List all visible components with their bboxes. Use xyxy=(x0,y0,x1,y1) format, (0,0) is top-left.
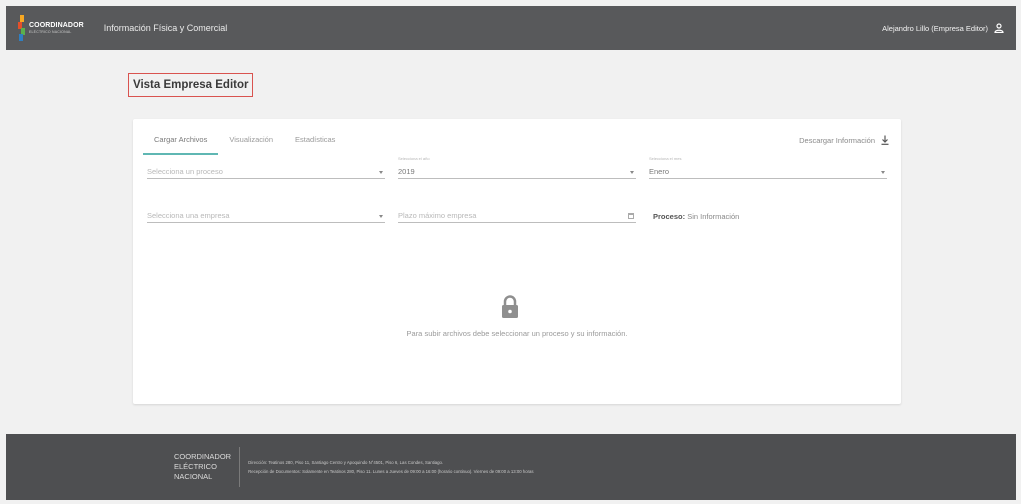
proceso-status-label: Proceso: xyxy=(653,212,686,221)
download-button[interactable]: Descargar Información xyxy=(799,135,889,145)
user-icon[interactable] xyxy=(994,23,1004,34)
mes-select[interactable]: Selecciona el mes Enero xyxy=(649,156,887,179)
download-label: Descargar Información xyxy=(799,135,875,145)
chevron-down-icon xyxy=(379,171,383,174)
footer: COORDINADOR ELÉCTRICO NACIONAL Dirección… xyxy=(6,434,1016,500)
empty-state-message: Para subir archivos debe seleccionar un … xyxy=(406,329,628,338)
coordinador-logo[interactable]: COORDINADOR ELÉCTRICO NACIONAL xyxy=(18,14,84,42)
empresa-placeholder: Selecciona una empresa xyxy=(147,211,230,220)
app-title[interactable]: Información Física y Comercial xyxy=(104,23,228,33)
calendar-icon[interactable] xyxy=(628,213,634,219)
chevron-down-icon xyxy=(630,171,634,174)
page-title: Vista Empresa Editor xyxy=(128,73,254,97)
chevron-down-icon xyxy=(379,215,383,218)
anio-value: 2019 xyxy=(398,167,415,176)
mes-value: Enero xyxy=(649,167,670,176)
lock-icon xyxy=(501,295,519,319)
empresa-select[interactable]: Selecciona una empresa xyxy=(147,209,385,223)
anio-label: Selecciona el año xyxy=(398,156,430,161)
footer-address: Dirección: Teatinos 280, Piso 11, Santia… xyxy=(248,460,444,465)
proceso-status: Proceso: Sin Información xyxy=(653,212,739,221)
top-navbar: COORDINADOR ELÉCTRICO NACIONAL Informaci… xyxy=(6,6,1016,50)
proceso-select[interactable]: Selecciona un proceso xyxy=(147,165,385,179)
tab-bar: Cargar Archivos Visualización Estadístic… xyxy=(143,129,346,155)
tab-visualizacion[interactable]: Visualización xyxy=(218,129,284,155)
footer-logo-line1: COORDINADOR xyxy=(174,452,232,461)
footer-logo-line2: ELÉCTRICO xyxy=(174,462,217,471)
footer-logo: COORDINADOR ELÉCTRICO NACIONAL xyxy=(174,447,241,487)
footer-hours: Recepción de Documentos: Solamente en Te… xyxy=(248,469,534,474)
download-icon xyxy=(881,135,889,145)
logo-title: COORDINADOR xyxy=(29,21,84,29)
upload-card: Cargar Archivos Visualización Estadístic… xyxy=(133,119,901,404)
tab-cargar-archivos[interactable]: Cargar Archivos xyxy=(143,129,219,155)
anio-select[interactable]: Selecciona el año 2019 xyxy=(398,156,636,179)
footer-logo-line3: NACIONAL xyxy=(174,472,213,481)
footer-info: Dirección: Teatinos 280, Piso 11, Santia… xyxy=(248,458,533,476)
mes-label: Selecciona el mes xyxy=(649,156,682,161)
proceso-status-value: Sin Información xyxy=(687,212,740,221)
logo-subtitle: ELÉCTRICO NACIONAL xyxy=(29,29,72,34)
plazo-placeholder: Plazo máximo empresa xyxy=(398,211,477,220)
app-frame: COORDINADOR ELÉCTRICO NACIONAL Informaci… xyxy=(6,6,1016,500)
user-menu[interactable]: Alejandro Lillo (Empresa Editor) xyxy=(882,6,1004,50)
proceso-placeholder: Selecciona un proceso xyxy=(147,167,223,176)
plazo-date-field[interactable]: Plazo máximo empresa xyxy=(398,209,636,223)
tab-estadisticas[interactable]: Estadísticas xyxy=(284,129,346,155)
chevron-down-icon xyxy=(881,171,885,174)
logo-mark-icon xyxy=(18,15,26,41)
user-name: Alejandro Lillo (Empresa Editor) xyxy=(882,23,988,33)
